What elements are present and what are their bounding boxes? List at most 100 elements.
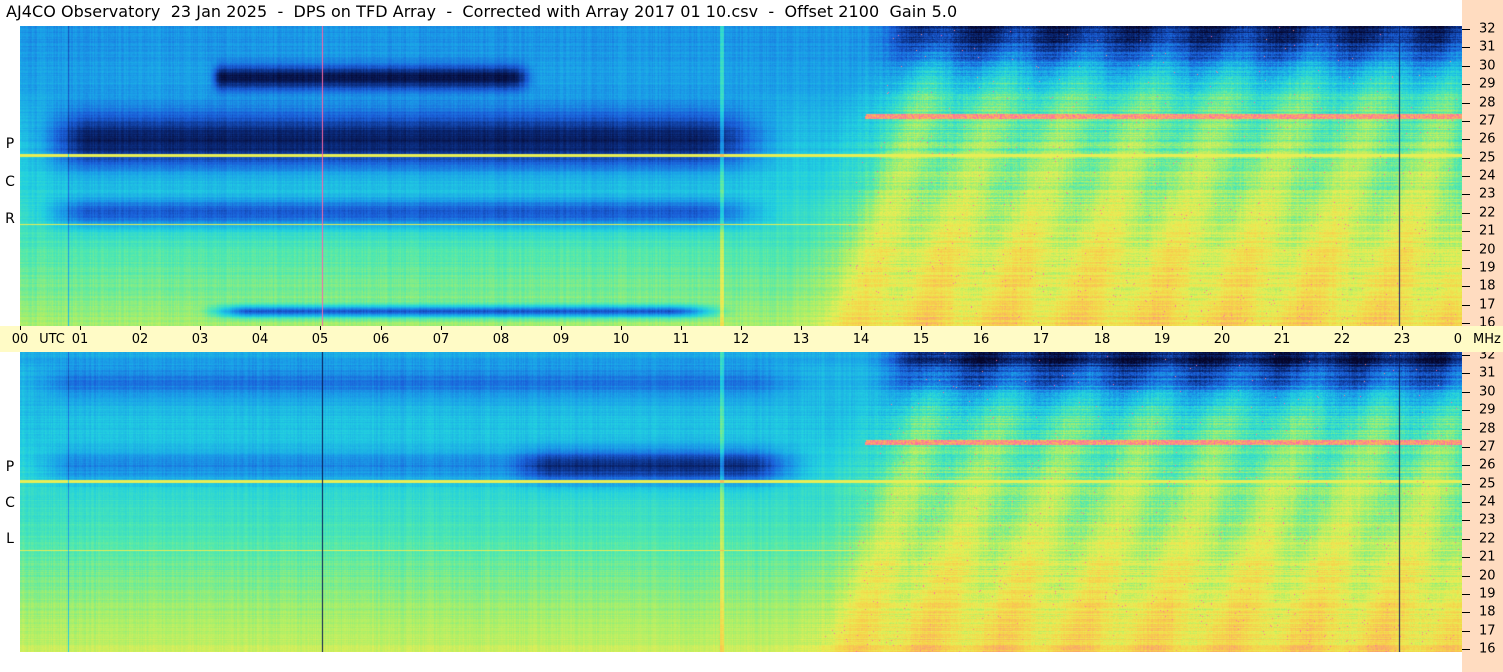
freq-tick-mark: [1462, 392, 1470, 393]
rcp-letter-c: C: [5, 174, 15, 190]
freq-tick-mark: [1462, 429, 1470, 430]
lcp-letter-l: L: [6, 531, 14, 547]
freq-tick-mark: [1462, 520, 1470, 521]
freq-tick-mark: [1462, 139, 1470, 140]
freq-tick-label: 20: [1479, 242, 1496, 258]
freq-tick-label: 28: [1479, 421, 1496, 437]
lcp-letter-c: C: [5, 495, 15, 511]
time-tick-label: 18: [1093, 332, 1111, 347]
time-tick-mark: [741, 326, 742, 330]
time-tick-mark: [1222, 326, 1223, 330]
freq-tick-label: 21: [1479, 549, 1496, 565]
freq-tick-label: 21: [1479, 223, 1496, 239]
rcp-label-strip: R C P: [0, 26, 20, 326]
time-tick-label: 08: [492, 332, 510, 347]
freq-tick-mark: [1462, 557, 1470, 558]
freq-tick-mark: [1462, 231, 1470, 232]
lcp-label: L C P: [3, 352, 17, 652]
freq-tick-mark: [1462, 121, 1470, 122]
freq-tick-label: 22: [1479, 531, 1496, 547]
freq-tick-label: 20: [1479, 568, 1496, 584]
time-tick-mark: [260, 326, 261, 330]
bottom-margin: [0, 652, 1462, 672]
time-tick-mark: [921, 326, 922, 330]
freq-tick-mark: [1462, 465, 1470, 466]
freq-tick-label: 27: [1479, 113, 1496, 129]
freq-tick-label: 29: [1479, 402, 1496, 418]
freq-tick-mark: [1462, 447, 1470, 448]
time-tick-mark: [1102, 326, 1103, 330]
time-tick-label: 07: [432, 332, 450, 347]
time-tick-label: 02: [131, 332, 149, 347]
time-tick-label: 16: [972, 332, 990, 347]
freq-tick-mark: [1462, 323, 1470, 324]
freq-tick-mark: [1462, 410, 1470, 411]
freq-tick-label: 22: [1479, 205, 1496, 221]
time-tick-mark: [981, 326, 982, 330]
time-tick-label: 12: [732, 332, 750, 347]
time-tick-label: 22: [1333, 332, 1351, 347]
freq-tick-label: 25: [1479, 476, 1496, 492]
time-tick-label: 14: [852, 332, 870, 347]
freq-tick-mark: [1462, 576, 1470, 577]
rcp-label: R C P: [3, 26, 17, 326]
freq-tick-label: 18: [1479, 278, 1496, 294]
mhz-label: MHz: [1473, 332, 1501, 347]
time-tick-label: 23: [1393, 332, 1411, 347]
time-tick-mark: [320, 326, 321, 330]
freq-tick-mark: [1462, 194, 1470, 195]
time-tick-label: 20: [1213, 332, 1231, 347]
chart-title: AJ4CO Observatory 23 Jan 2025 - DPS on T…: [6, 2, 958, 21]
freq-tick-label: 19: [1479, 260, 1496, 276]
time-tick-mark: [1342, 326, 1343, 330]
time-tick-mark: [200, 326, 201, 330]
time-tick-mark: [441, 326, 442, 330]
time-tick-mark: [80, 326, 81, 330]
freq-tick-label: 27: [1479, 439, 1496, 455]
freq-tick-mark: [1462, 103, 1470, 104]
freq-tick-label: 32: [1479, 21, 1496, 37]
time-tick-mark: [1041, 326, 1042, 330]
rcp-letter-r: R: [5, 211, 15, 227]
time-tick-mark: [801, 326, 802, 330]
freq-tick-mark: [1462, 29, 1470, 30]
freq-tick-mark: [1462, 213, 1470, 214]
time-tick-mark: [501, 326, 502, 330]
time-tick-mark: [381, 326, 382, 330]
freq-tick-mark: [1462, 158, 1470, 159]
freq-axis-bottom: 32 31 30 29 28 27 26 25 24 23 22 21 20 19 18 17 16: [1462, 348, 1503, 672]
freq-tick-label: 18: [1479, 604, 1496, 620]
freq-tick-mark: [1462, 649, 1470, 650]
time-tick-label: 01: [71, 332, 89, 347]
freq-tick-label: 30: [1479, 58, 1496, 74]
freq-tick-label: 19: [1479, 586, 1496, 602]
freq-tick-mark: [1462, 305, 1470, 306]
time-tick-label: 06: [372, 332, 390, 347]
time-tick-label: 17: [1032, 332, 1050, 347]
freq-tick-label: 28: [1479, 95, 1496, 111]
freq-tick-label: 23: [1479, 512, 1496, 528]
freq-tick-label: 30: [1479, 384, 1496, 400]
time-tick-label: 03: [191, 332, 209, 347]
freq-tick-label: 24: [1479, 494, 1496, 510]
freq-tick-mark: [1462, 66, 1470, 67]
utc-label: UTC: [39, 332, 65, 347]
time-tick-mark: [140, 326, 141, 330]
freq-tick-label: 17: [1479, 623, 1496, 639]
rcp-letter-p: P: [5, 136, 15, 152]
freq-tick-label: 23: [1479, 186, 1496, 202]
freq-tick-mark: [1462, 84, 1470, 85]
freq-tick-mark: [1462, 539, 1470, 540]
freq-tick-label: 31: [1479, 39, 1496, 55]
lcp-spectrogram: [20, 352, 1462, 652]
time-tick-mark: [1162, 326, 1163, 330]
freq-tick-label: 26: [1479, 131, 1496, 147]
time-tick-mark: [681, 326, 682, 330]
freq-tick-label: 17: [1479, 297, 1496, 313]
time-tick-label: 05: [311, 332, 329, 347]
freq-tick-mark: [1462, 176, 1470, 177]
time-tick-mark: [1282, 326, 1283, 330]
freq-tick-mark: [1462, 355, 1470, 356]
time-tick-label: 21: [1273, 332, 1291, 347]
lcp-letter-p: P: [5, 459, 15, 475]
